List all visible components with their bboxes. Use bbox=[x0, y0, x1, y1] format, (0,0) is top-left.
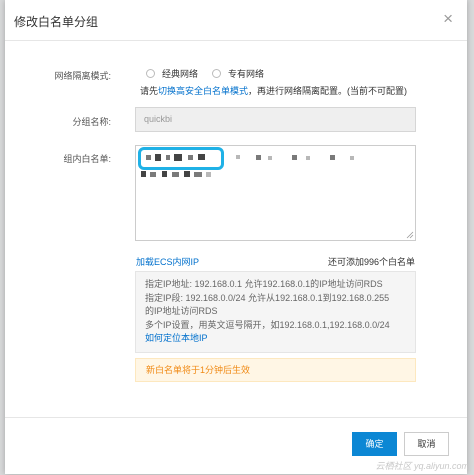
close-icon[interactable]: × bbox=[443, 9, 453, 29]
switch-security-mode-link[interactable]: 切换高安全白名单模式 bbox=[158, 86, 248, 96]
radio-vpc-network[interactable]: 专有网络 bbox=[212, 67, 264, 80]
help-line: 指定IP地址: 192.168.0.1 允许192.168.0.1的IP地址访问… bbox=[145, 279, 383, 289]
dialog-title: 修改白名单分组 bbox=[14, 15, 99, 29]
blurred-ip-text bbox=[306, 156, 310, 160]
help-line: 的IP地址访问RDS bbox=[145, 306, 218, 316]
radio-vpc-label: 专有网络 bbox=[228, 69, 265, 79]
whitelist-label: 组内白名单: bbox=[63, 154, 111, 164]
blurred-ip-text bbox=[150, 172, 156, 177]
locate-local-ip-link[interactable]: 如何定位本地IP bbox=[145, 332, 406, 346]
radio-classic-network[interactable]: 经典网络 bbox=[146, 67, 198, 80]
blurred-ip-text bbox=[184, 171, 190, 177]
blurred-ip-text bbox=[166, 155, 170, 160]
radio-classic-label: 经典网络 bbox=[162, 69, 199, 79]
group-name-field[interactable]: quickbi bbox=[135, 107, 416, 132]
cancel-button[interactable]: 取消 bbox=[404, 432, 449, 456]
ip-format-help: 指定IP地址: 192.168.0.1 允许192.168.0.1的IP地址访问… bbox=[135, 271, 416, 353]
radio-circle-icon bbox=[146, 69, 155, 78]
blurred-ip-text bbox=[174, 154, 182, 161]
blurred-ip-text bbox=[236, 155, 240, 159]
blurred-ip-text bbox=[146, 155, 151, 160]
effective-notice: 新白名单将于1分钟后生效 bbox=[135, 358, 416, 382]
blurred-ip-text bbox=[268, 156, 272, 160]
blurred-ip-text bbox=[141, 171, 146, 177]
group-name-label: 分组名称: bbox=[72, 117, 111, 127]
help-line: 多个IP设置，用英文逗号隔开，如192.168.0.1,192.168.0.0/… bbox=[145, 319, 390, 330]
edit-whitelist-dialog: 修改白名单分组 × 网络隔离模式: 经典网络 专有网络 请先切换高安全白名单模式… bbox=[5, 0, 467, 474]
network-mode-label: 网络隔离模式: bbox=[54, 71, 111, 81]
blurred-ip-text bbox=[350, 156, 354, 160]
blurred-ip-text bbox=[188, 155, 193, 160]
blurred-ip-text bbox=[155, 154, 161, 161]
blurred-ip-text bbox=[198, 154, 205, 160]
blurred-ip-text bbox=[194, 172, 202, 177]
resize-handle-icon[interactable] bbox=[406, 231, 414, 239]
radio-circle-icon bbox=[212, 69, 222, 78]
help-line: 指定IP段: 192.168.0.0/24 允许从192.168.0.1到192… bbox=[145, 292, 390, 303]
watermark: 云栖社区 yq.aliyun.com bbox=[375, 461, 469, 471]
network-mode-tip: 请先切换高安全白名单模式，再进行网络隔离配置。(当前不可配置) bbox=[140, 84, 407, 97]
confirm-button[interactable]: 确定 bbox=[352, 432, 397, 456]
blurred-ip-text bbox=[206, 172, 211, 177]
tip-suffix: ，再进行网络隔离配置。(当前不可配置) bbox=[248, 86, 408, 96]
load-ecs-ip-link[interactable]: 加载ECS内网IP bbox=[136, 255, 199, 268]
network-mode-radio-group: 经典网络 专有网络 bbox=[146, 67, 278, 80]
blurred-ip-text bbox=[162, 171, 167, 177]
whitelist-textarea[interactable] bbox=[135, 145, 416, 241]
tip-prefix: 请先 bbox=[140, 86, 159, 96]
blurred-ip-text bbox=[330, 155, 335, 160]
remaining-count: 还可添加996个白名单 bbox=[327, 257, 415, 267]
blurred-ip-text bbox=[256, 155, 261, 160]
blurred-ip-text bbox=[172, 172, 179, 177]
dialog-header: 修改白名单分组 × bbox=[5, 0, 467, 41]
blurred-ip-text bbox=[292, 155, 297, 160]
